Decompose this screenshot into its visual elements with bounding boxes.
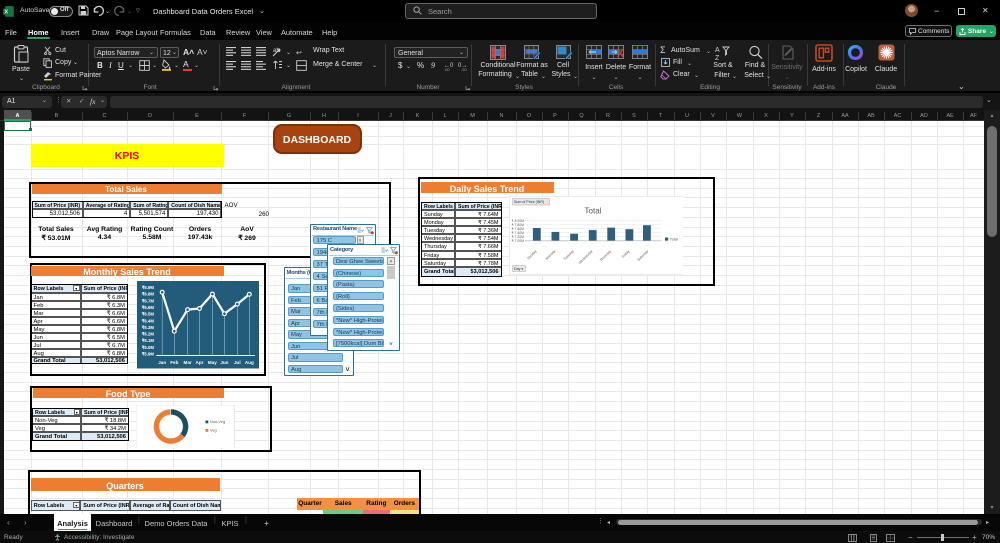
svg-text:Day ▾: Day ▾: [514, 267, 523, 271]
svg-text:Z: Z: [715, 55, 720, 60]
svg-text:₹6.8M: ₹6.8M: [141, 292, 154, 297]
svg-text:Total: Total: [669, 237, 677, 241]
svg-text:May: May: [207, 360, 216, 365]
svg-text:Total: Total: [584, 207, 601, 216]
svg-text:₹6.5M: ₹6.5M: [141, 312, 154, 317]
svg-text:₹ 7.00M: ₹ 7.00M: [511, 239, 524, 243]
svg-text:A: A: [715, 47, 720, 54]
svg-text:₹6.9M: ₹6.9M: [141, 285, 154, 290]
svg-text:Jan: Jan: [158, 360, 166, 365]
svg-text:.00: .00: [444, 67, 450, 71]
svg-text:X: X: [4, 10, 8, 16]
svg-text:₹6.2M: ₹6.2M: [141, 332, 154, 337]
svg-text:Jul: Jul: [233, 360, 240, 365]
svg-text:Aug: Aug: [244, 360, 253, 365]
svg-text:Mar: Mar: [183, 360, 191, 365]
svg-text:Feb: Feb: [170, 360, 178, 365]
svg-text:₹6.3M: ₹6.3M: [141, 325, 154, 330]
svg-text:Sum of Price (INR): Sum of Price (INR): [514, 200, 544, 204]
svg-text:Jun: Jun: [220, 360, 228, 365]
svg-text:ab: ab: [273, 48, 280, 54]
svg-text:₹6.1M: ₹6.1M: [141, 338, 154, 343]
svg-text:₹6.4M: ₹6.4M: [141, 318, 154, 323]
svg-text:Veg: Veg: [210, 427, 217, 432]
svg-text:Non-Veg: Non-Veg: [210, 419, 225, 424]
svg-text:₹6.7M: ₹6.7M: [141, 298, 154, 303]
svg-text:₹5.9M: ₹5.9M: [141, 352, 154, 357]
svg-text:₹6.6M: ₹6.6M: [141, 305, 154, 310]
svg-text:₹6.0M: ₹6.0M: [141, 345, 154, 350]
svg-text:.00: .00: [461, 67, 467, 71]
svg-text:Apr: Apr: [195, 360, 203, 365]
